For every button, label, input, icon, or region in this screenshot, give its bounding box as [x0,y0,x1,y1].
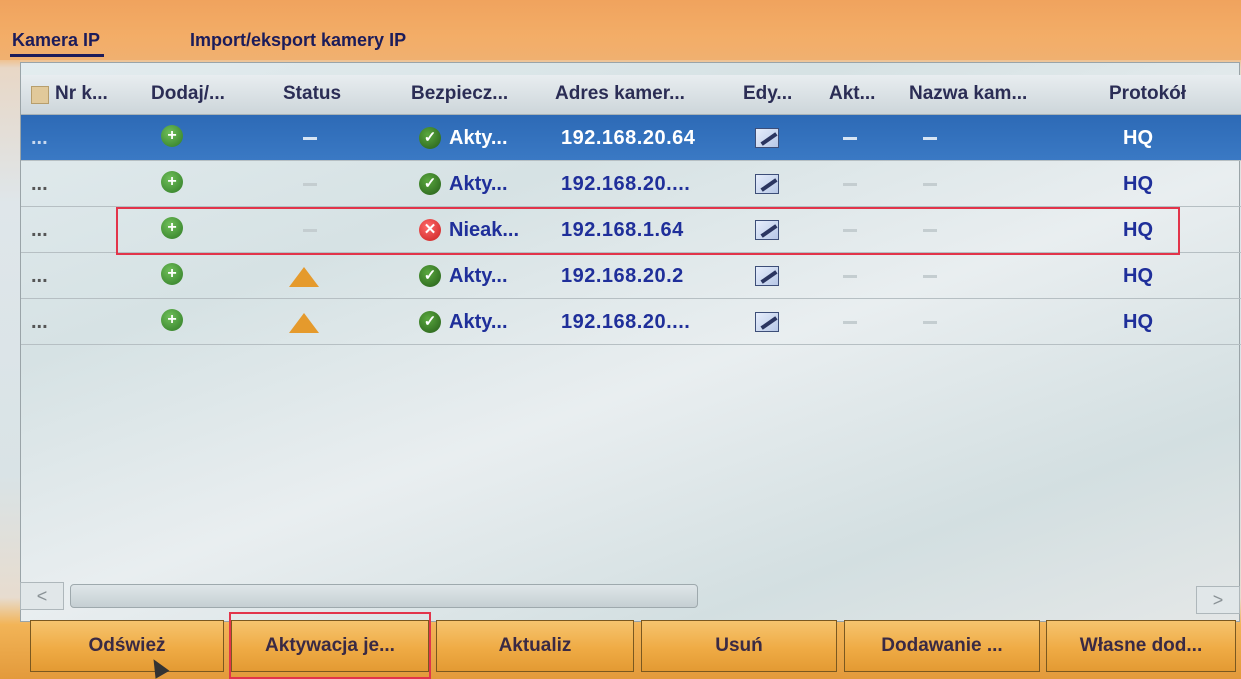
row-nr: ... [31,127,48,149]
name-dash [923,183,937,186]
camera-address: 192.168.20.64 [561,127,696,149]
row-nr: ... [31,219,48,241]
warning-icon [289,267,319,287]
add-camera-icon[interactable]: + [161,263,183,285]
scroll-left-button[interactable]: < [20,582,64,610]
check-icon: ✓ [419,173,441,195]
row-nr: ... [31,265,48,287]
check-icon: ✓ [419,265,441,287]
edit-icon[interactable] [755,266,779,286]
row-nr: ... [31,173,48,195]
add-button[interactable]: Dodawanie ... [844,620,1040,672]
add-camera-icon[interactable]: + [161,125,183,147]
select-all-checkbox[interactable] [31,86,49,104]
camera-address: 192.168.20.... [561,173,691,195]
delete-button[interactable]: Usuń [641,620,837,672]
edit-icon[interactable] [755,174,779,194]
header-edit[interactable]: Edy... [743,83,792,105]
row-nr: ... [31,311,48,333]
tab-ip-camera[interactable]: Kamera IP [9,30,105,57]
security-status: Akty... [449,311,508,333]
header-act[interactable]: Akt... [829,83,875,105]
tab-import-export[interactable]: Import/eksport kamery IP [190,30,406,51]
tab-bar: Kamera IP Import/eksport kamery IP [0,0,1241,60]
refresh-button[interactable]: Odśwież [30,620,224,672]
protocol-value: HQ [1123,265,1153,287]
scroll-right-button[interactable]: > [1196,586,1240,614]
security-status: Akty... [449,127,508,149]
update-button[interactable]: Aktualiz [436,620,634,672]
table-row[interactable]: ... + ✓ Akty... 192.168.20.... HQ [21,299,1241,345]
table-row[interactable]: ... + ✓ Akty... 192.168.20.2 HQ [21,253,1241,299]
camera-table: Nr k... Dodaj/... Status Bezpiecz... Adr… [20,62,1241,622]
status-dash [303,137,317,140]
header-security[interactable]: Bezpiecz... [411,83,508,105]
add-camera-icon[interactable]: + [161,309,183,331]
act-dash [843,275,857,278]
protocol-value: HQ [1123,173,1153,195]
name-dash [923,321,937,324]
header-status[interactable]: Status [283,83,341,105]
custom-add-button[interactable]: Własne dod... [1046,620,1236,672]
edit-icon[interactable] [755,312,779,332]
edit-icon[interactable] [755,128,779,148]
warning-icon [289,313,319,333]
status-dash [303,183,317,186]
highlight-inactive-row [116,207,1180,255]
name-dash [923,137,937,140]
header-nr[interactable]: Nr k... [55,83,108,105]
protocol-value: HQ [1123,311,1153,333]
check-icon: ✓ [419,127,441,149]
act-dash [843,183,857,186]
security-status: Akty... [449,173,508,195]
table-header: Nr k... Dodaj/... Status Bezpiecz... Adr… [21,75,1241,115]
check-icon: ✓ [419,311,441,333]
act-dash [843,321,857,324]
camera-address: 192.168.20.2 [561,265,684,287]
act-dash [843,137,857,140]
dvr-screen: Kamera IP Import/eksport kamery IP Nr k.… [0,0,1241,679]
button-bar: Odśwież Aktywacja je... Aktualiz Usuń Do… [0,614,1241,679]
header-add[interactable]: Dodaj/... [151,83,225,105]
horizontal-scrollbar[interactable]: < > [20,582,1240,614]
table-row[interactable]: ... + ✓ Akty... 192.168.20.... HQ [21,161,1241,207]
scroll-thumb[interactable] [70,584,698,608]
table-row[interactable]: ... + ✓ Akty... 192.168.20.64 HQ [21,115,1241,161]
protocol-value: HQ [1123,127,1153,149]
name-dash [923,275,937,278]
highlight-activate-button [229,612,431,679]
header-address[interactable]: Adres kamer... [555,83,685,105]
camera-address: 192.168.20.... [561,311,691,333]
add-camera-icon[interactable]: + [161,171,183,193]
security-status: Akty... [449,265,508,287]
header-protocol[interactable]: Protokół [1109,83,1186,105]
header-name[interactable]: Nazwa kam... [909,83,1027,105]
